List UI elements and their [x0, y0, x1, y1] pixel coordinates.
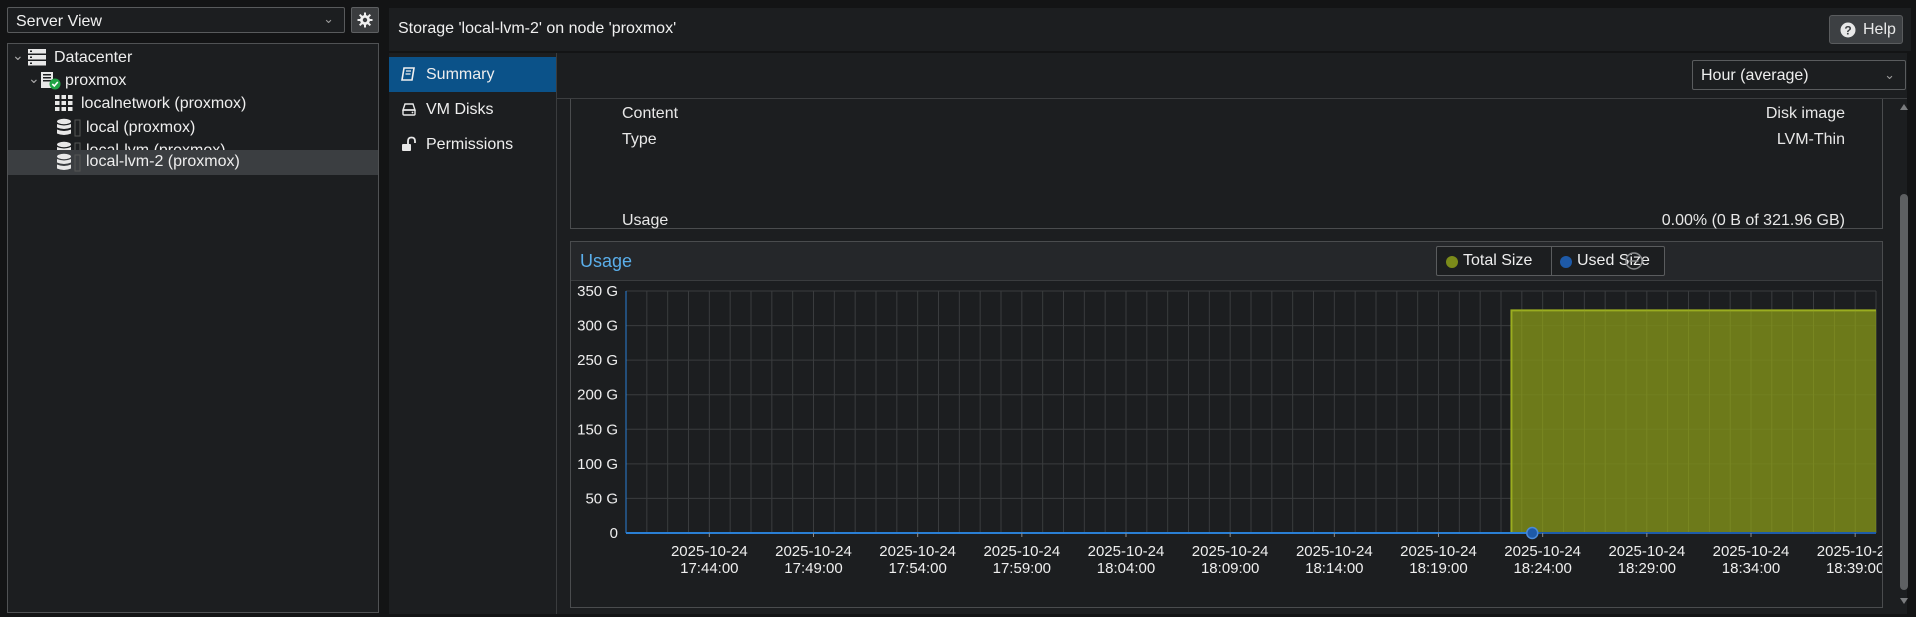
svg-text:?: ? — [1844, 24, 1851, 38]
view-select[interactable]: Server View ⌄ — [7, 7, 345, 33]
node-online-icon — [41, 72, 61, 90]
x-tick-label-time: 17:49:00 — [784, 560, 842, 577]
nav-item-label: VM Disks — [426, 101, 494, 118]
nav-item-label: Summary — [426, 66, 495, 83]
storage-status-panel: Content Disk image Type LVM-Thin Usage 0… — [570, 99, 1883, 263]
summary-panel: Hour (average) ⌄ Content Disk image Type… — [557, 53, 1907, 614]
tree-item-label: local-lvm-2 (proxmox) — [86, 153, 240, 170]
x-tick-label-time: 18:09:00 — [1201, 560, 1259, 577]
x-tick-label-date: 2025-10-24 — [775, 543, 852, 560]
x-tick-label-date: 2025-10-24 — [1504, 543, 1581, 560]
x-tick-label-date: 2025-10-24 — [879, 543, 956, 560]
help-label: Help — [1863, 21, 1896, 38]
view-select-value: Server View — [16, 13, 102, 30]
x-tick-label-time: 18:24:00 — [1513, 560, 1571, 577]
scroll-down-arrow-icon[interactable] — [1900, 598, 1908, 604]
usage-chart-panel: Usage Total Size Used Size 350 G 300 G 250… — [570, 241, 1894, 608]
resource-tree: ⌄ Datacenter ⌄ proxmox localnetwork (pro… — [7, 43, 379, 613]
y-tick-label: 150 G — [577, 421, 618, 438]
page-title: Storage 'local-lvm-2' on node 'proxmox' — [398, 20, 677, 37]
x-tick-label-time: 18:14:00 — [1305, 560, 1363, 577]
x-tick-label-time: 18:39:00 — [1826, 560, 1882, 577]
x-tick-label-date: 2025-10-24 — [671, 543, 748, 560]
collapse-icon[interactable] — [1624, 251, 1644, 271]
nav-item-vm-disks[interactable]: VM Disks — [389, 92, 556, 127]
chart-title: Usage — [580, 251, 633, 271]
type-label: Type — [622, 131, 657, 148]
datacenter-icon — [28, 49, 46, 66]
legend-item-used-size[interactable]: Used Size — [1552, 247, 1664, 275]
x-tick-label-time: 17:44:00 — [680, 560, 738, 577]
series-total-size-area — [1511, 310, 1876, 533]
tree-settings-button[interactable] — [351, 7, 379, 33]
usage-label: Usage — [622, 212, 669, 229]
y-tick-label: 300 G — [577, 318, 618, 335]
nav-item-permissions[interactable]: Permissions — [389, 127, 556, 162]
timeframe-select[interactable]: Hour (average) ⌄ — [1692, 60, 1906, 90]
legend-item-total-size[interactable]: Total Size — [1437, 247, 1551, 275]
series-used-size-point — [1526, 526, 1539, 540]
usage-value: 0.00% (0 B of 321.96 GB) — [1661, 212, 1845, 229]
y-tick-label: 350 G — [577, 283, 618, 300]
y-tick-label: 100 G — [577, 456, 618, 473]
y-tick-label: 200 G — [577, 387, 618, 404]
timeframe-value: Hour (average) — [1701, 67, 1809, 84]
storage-database-icon — [57, 153, 81, 172]
y-tick-label: 250 G — [577, 352, 618, 369]
x-tick-label-time: 18:04:00 — [1097, 560, 1155, 577]
tree-item-label: proxmox — [65, 72, 127, 89]
x-tick-label-date: 2025-10-24 — [1608, 543, 1685, 560]
tree-item-local-lvm-2[interactable]: local-lvm-2 (proxmox) — [8, 150, 378, 175]
unlock-icon — [402, 136, 416, 151]
nav-item-label: Permissions — [426, 136, 514, 153]
x-tick-label-date: 2025-10-24 — [983, 543, 1060, 560]
chevron-down-icon: ⌄ — [323, 11, 334, 26]
content-value: Disk image — [1765, 105, 1845, 122]
panel-nav: Summary VM Disks Permissions — [389, 53, 557, 614]
x-tick-label-time: 17:59:00 — [993, 560, 1051, 577]
question-circle-icon: ? — [1840, 22, 1856, 38]
content-header: Storage 'local-lvm-2' on node 'proxmox' … — [389, 8, 1911, 51]
x-tick-label-date: 2025-10-24 — [1192, 543, 1269, 560]
chevron-down-icon: ⌄ — [28, 70, 40, 86]
x-tick-label-date: 2025-10-24 — [1088, 543, 1165, 560]
tree-item-label: Datacenter — [54, 49, 133, 66]
y-tick-label: 0 — [610, 525, 618, 542]
type-value: LVM-Thin — [1776, 131, 1845, 148]
scroll-up-arrow-icon[interactable] — [1900, 104, 1908, 110]
usage-chart: 350 G 300 G 250 G 200 G 150 G 100 G 50 G 0 2025-… — [577, 283, 1893, 577]
x-tick-label-date: 2025-10-24 — [1817, 543, 1882, 560]
summary-toolbar: Hour (average) ⌄ — [557, 53, 1907, 99]
x-tick-label-date: 2025-10-24 — [1400, 543, 1477, 560]
x-tick-label-time: 18:29:00 — [1618, 560, 1676, 577]
x-tick-label-date: 2025-10-24 — [1296, 543, 1373, 560]
chevron-down-icon: ⌄ — [12, 47, 24, 63]
legend-swatch — [1446, 256, 1458, 268]
x-tick-label-time: 18:19:00 — [1409, 560, 1467, 577]
gear-icon — [357, 12, 373, 28]
scrollbar-thumb[interactable] — [1900, 194, 1908, 590]
network-grid-icon — [55, 95, 73, 111]
book-icon — [401, 67, 415, 81]
x-tick-label-time: 18:34:00 — [1722, 560, 1780, 577]
y-tick-label: 50 G — [585, 490, 618, 507]
storage-database-icon — [57, 118, 81, 137]
nav-item-summary[interactable]: Summary — [389, 57, 556, 92]
chevron-down-icon: ⌄ — [1884, 67, 1895, 82]
tree-item-label: localnetwork (proxmox) — [81, 95, 247, 112]
legend-label: Total Size — [1463, 252, 1533, 269]
chart-area: 350 G 300 G 250 G 200 G 150 G 100 G 50 G 0 2025-… — [571, 281, 1893, 607]
x-tick-label-time: 17:54:00 — [888, 560, 946, 577]
help-button[interactable]: ? Help — [1829, 15, 1903, 44]
chart-header: Usage Total Size Used Size — [571, 242, 1882, 281]
content-label: Content — [622, 105, 679, 122]
x-tick-label-date: 2025-10-24 — [1713, 543, 1790, 560]
tree-item-label: local (proxmox) — [86, 119, 196, 136]
hdd-icon — [402, 103, 416, 116]
vertical-scrollbar[interactable] — [1897, 98, 1911, 608]
legend-swatch — [1560, 256, 1572, 268]
